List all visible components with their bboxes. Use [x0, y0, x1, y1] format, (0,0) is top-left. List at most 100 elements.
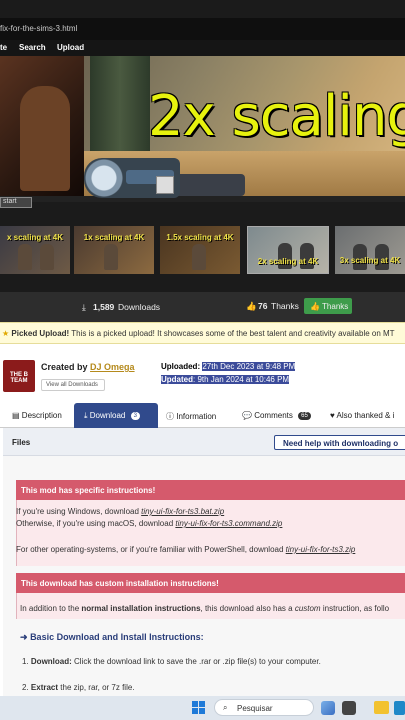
basic-instructions-heading: ➜ Basic Download and Install Instruction…: [20, 632, 204, 643]
url-text: fix-for-the-sims-3.html: [0, 24, 78, 33]
updated-value: : 9th Jan 2024 at 10:46 PM: [193, 375, 290, 384]
nav-item-home[interactable]: te: [0, 43, 7, 52]
step-text: the zip, rar, or 7z file.: [60, 683, 135, 692]
specific-instructions-header: This mod has specific instructions!: [16, 480, 405, 500]
other-text: For other operating-systems, or if you'r…: [16, 545, 284, 554]
thumbnail-1[interactable]: x scaling at 4K: [0, 226, 70, 274]
tab-label: Download: [89, 411, 126, 420]
thumbnail-caption: 1.5x scaling at 4K: [166, 233, 234, 242]
custom-instructions-header: This download has custom installation in…: [16, 573, 405, 593]
hero-side-image: [0, 56, 84, 196]
picked-upload-banner: ★ Picked Upload! This is a picked upload…: [0, 322, 405, 344]
task-view-icon[interactable]: [342, 701, 356, 715]
start-button[interactable]: start: [0, 197, 32, 208]
windows-start-icon[interactable]: [192, 701, 205, 714]
thumbnail-5[interactable]: 3x scaling at 4K: [335, 226, 405, 274]
arrow-right-icon: ➜: [20, 632, 28, 642]
creator-logo[interactable]: THE B TEAM: [3, 360, 35, 392]
basic-title: Basic Download and Install Instructions:: [30, 632, 204, 642]
site-nav: te Search Upload: [0, 40, 405, 56]
tab-label: Comments: [254, 411, 293, 420]
nav-item-search[interactable]: Search: [19, 43, 46, 52]
thumbnail-3[interactable]: 1.5x scaling at 4K: [160, 226, 240, 274]
info-icon: ⓘ: [166, 412, 174, 421]
help-button-label: Need help with downloading o: [283, 439, 399, 448]
comment-icon: 💬: [242, 411, 252, 420]
tab-bar: ▤ Description ⤓ Download 3 ⓘ Information…: [0, 403, 405, 428]
tab-also-thanked[interactable]: ♥ Also thanked & i: [330, 403, 405, 428]
tab-label: Description: [21, 411, 62, 420]
specific-title: This mod has specific instructions!: [21, 486, 156, 495]
thanks-button[interactable]: 👍 Thanks: [304, 298, 352, 314]
custom-text: , this download also has a: [200, 604, 293, 613]
tab-description[interactable]: ▤ Description: [12, 403, 72, 428]
edge-icon[interactable]: [394, 701, 405, 715]
search-placeholder: Pesquisar: [237, 704, 273, 713]
thanks-count: 76: [258, 301, 268, 311]
download-icon: ⤓: [84, 411, 88, 420]
thumbnail-caption: 2x scaling at 4K: [257, 257, 319, 266]
address-bar[interactable]: fix-for-the-sims-3.html: [0, 18, 405, 40]
mac-text: Otherwise, if you're using macOS, downlo…: [16, 519, 174, 528]
windows-line: If you're using Windows, download tiny-u…: [16, 507, 224, 516]
view-all-label: View all Downloads: [46, 382, 98, 388]
created-by-label: Created by: [41, 362, 88, 372]
step-number: 2.: [22, 683, 29, 692]
tab-download[interactable]: ⤓ Download 3: [74, 403, 158, 428]
thumbnail-2[interactable]: 1x scaling at 4K: [74, 226, 154, 274]
tab-badge: 3: [130, 412, 140, 420]
stats-bar: ⤓ 1,589 Downloads 👍 76 Thanks 👍 Thanks: [0, 292, 405, 322]
thumbs-up-icon: 👍: [310, 302, 320, 311]
windows-taskbar: [0, 696, 405, 720]
creator-logo-text: THE B TEAM: [10, 372, 28, 384]
search-icon: ⌕: [223, 703, 228, 712]
sim-avatar: [156, 176, 174, 194]
thumbnail-caption: x scaling at 4K: [6, 233, 64, 242]
thanks-button-label: Thanks: [322, 302, 349, 311]
step-1: 1. Download: Click the download link to …: [22, 657, 321, 666]
tab-badge: 65: [298, 412, 311, 420]
thumbnail-4[interactable]: 2x scaling at 4K: [247, 226, 329, 274]
creator-line: Created by DJ Omega: [41, 362, 135, 372]
taskbar-search[interactable]: ⌕ Pesquisar: [214, 699, 314, 716]
download-help-button[interactable]: Need help with downloading o: [274, 435, 405, 450]
thumbs-up-icon: 👍: [246, 301, 257, 311]
windows-download-link[interactable]: tiny-ui-fix-for-ts3.bat.zip: [141, 507, 224, 516]
normal-instructions-text: normal installation instructions: [81, 604, 201, 613]
other-os-line: For other operating-systems, or if you'r…: [16, 545, 355, 554]
uploaded-date-row: Uploaded: 27th Dec 2023 at 9:48 PM: [161, 362, 296, 371]
updated-date-row: Updated: 9th Jan 2024 at 10:46 PM: [161, 375, 290, 384]
nav-item-upload[interactable]: Upload: [57, 43, 84, 52]
custom-line: In addition to the normal installation i…: [20, 604, 389, 613]
picked-text: This is a picked upload! It showcases so…: [71, 329, 395, 338]
custom-emphasis: custom: [294, 604, 321, 613]
download-icon: ⤓: [82, 302, 86, 312]
tab-information[interactable]: ⓘ Information: [166, 403, 236, 428]
custom-text: In addition to the: [20, 604, 80, 613]
step-text: Click the download link to save the .rar…: [74, 657, 321, 666]
uploaded-value: 27th Dec 2023 at 9:48 PM: [202, 362, 296, 371]
step-number: 1.: [22, 657, 29, 666]
heart-icon: ♥: [330, 411, 335, 420]
download-count: 1,589: [93, 302, 115, 312]
start-label: start: [3, 198, 17, 205]
mac-line: Otherwise, if you're using macOS, downlo…: [16, 519, 282, 528]
windows-text: If you're using Windows, download: [16, 507, 139, 516]
widgets-icon[interactable]: [321, 701, 335, 715]
other-download-link[interactable]: tiny-ui-fix-for-ts3.zip: [286, 545, 356, 554]
thumbnail-caption: 3x scaling at 4K: [339, 256, 401, 265]
tab-label: Also thanked & i: [336, 411, 395, 420]
mac-download-link[interactable]: tiny-ui-fix-for-ts3.command.zip: [175, 519, 282, 528]
thanks-label: Thanks: [271, 301, 299, 311]
picked-label: Picked Upload!: [11, 329, 70, 338]
file-icon: ▤: [12, 411, 20, 420]
author-link[interactable]: DJ Omega: [90, 362, 135, 372]
file-explorer-icon[interactable]: [374, 701, 389, 714]
view-all-downloads-button[interactable]: View all Downloads: [41, 379, 105, 391]
thumbnail-caption: 1x scaling at 4K: [83, 233, 145, 242]
updated-label: Updated: [161, 375, 193, 384]
tab-label: Information: [176, 412, 217, 421]
step-title: Extract: [30, 683, 59, 692]
uploaded-label: Uploaded:: [161, 362, 201, 371]
tab-comments[interactable]: 💬 Comments 65: [242, 403, 318, 428]
